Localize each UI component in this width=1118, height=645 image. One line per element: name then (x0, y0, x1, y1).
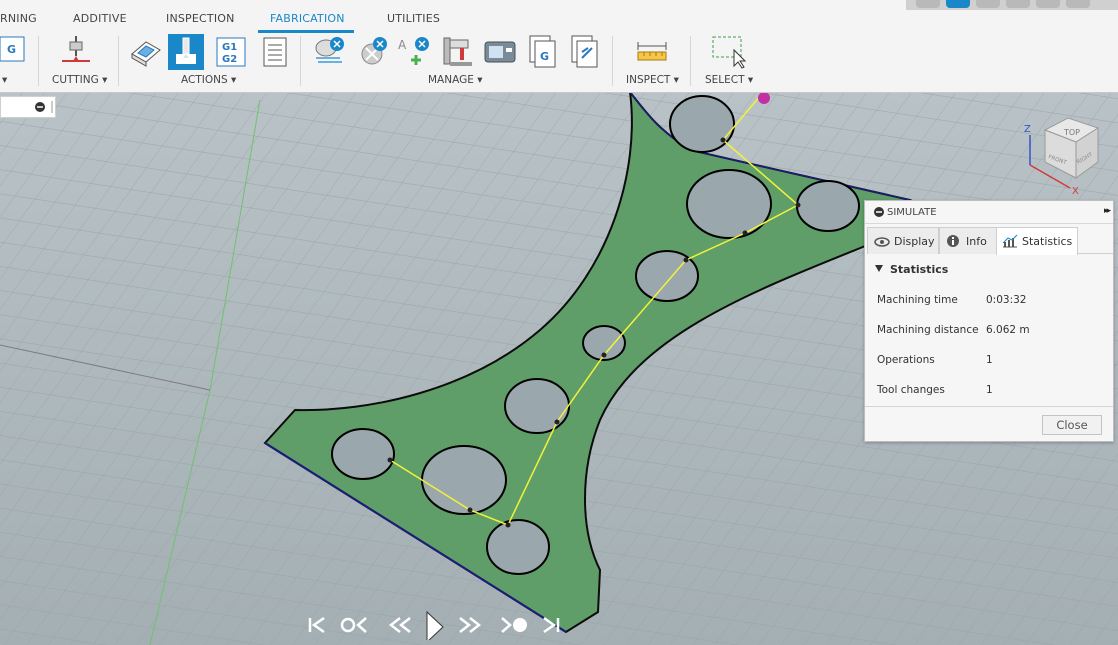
nc-program-icon[interactable]: G (526, 34, 562, 70)
simulate-title: SIMULATE (887, 207, 937, 218)
simulate-panel-header[interactable]: SIMULATE ▸▸ (865, 201, 1113, 224)
svg-text:TOP: TOP (1063, 128, 1080, 137)
machine-tool-icon[interactable] (440, 34, 476, 70)
tab-statistics[interactable]: Statistics (996, 227, 1078, 255)
collapse-icon[interactable] (873, 206, 887, 220)
measure-icon[interactable] (634, 34, 670, 70)
tab-statistics-label: Statistics (1022, 235, 1073, 248)
tab-fabrication[interactable]: FABRICATION (270, 12, 345, 25)
actions-group-label[interactable]: ACTIONS ▾ (181, 74, 236, 86)
caret-down-icon (875, 265, 883, 272)
g-code-icon[interactable]: G (0, 34, 26, 70)
task-manager-icon[interactable]: A (398, 34, 434, 70)
stat-label-machining-time: Machining time (877, 294, 958, 306)
tab-utilities[interactable]: UTILITIES (387, 12, 440, 25)
stat-label-tool-changes: Tool changes (877, 384, 945, 396)
eye-icon (874, 237, 890, 247)
svg-text:X: X (1072, 186, 1079, 197)
close-button[interactable]: Close (1042, 415, 1102, 435)
stat-value-tool-changes: 1 (986, 384, 993, 396)
template-library-icon[interactable] (356, 34, 392, 70)
tab-info-label: Info (966, 235, 987, 248)
step-backward-icon[interactable] (386, 610, 416, 640)
stat-value-operations: 1 (986, 354, 993, 366)
select-group-label[interactable]: SELECT ▾ (705, 74, 753, 86)
expand-panel-icon[interactable]: ▸▸ (1104, 206, 1111, 216)
ribbon-toolbar: RNING ADDITIVE INSPECTION FABRICATION UT… (0, 0, 1118, 93)
stat-value-machining-time: 0:03:32 (986, 294, 1027, 306)
step-forward-icon[interactable] (454, 610, 484, 640)
simulate-panel-footer: Close (865, 406, 1113, 442)
tab-additive[interactable]: ADDITIVE (73, 12, 127, 25)
tool-position-marker (758, 92, 770, 104)
group-first-label[interactable]: ▾ (2, 74, 7, 86)
workspace-tabs: RNING ADDITIVE INSPECTION FABRICATION UT… (0, 0, 900, 33)
stat-label-operations: Operations (877, 354, 935, 366)
tab-info[interactable]: Info (939, 227, 997, 254)
cutting-group-label[interactable]: CUTTING ▾ (52, 74, 107, 86)
svg-text:G: G (540, 50, 549, 63)
tab-display[interactable]: Display (867, 227, 939, 254)
active-tab-indicator (258, 30, 354, 33)
post-process-icon[interactable]: G1 G2 (214, 34, 250, 70)
cutting-tool-icon[interactable] (58, 34, 94, 70)
stat-label-machining-distance: Machining distance (877, 324, 979, 336)
tab-display-label: Display (894, 235, 935, 248)
stat-value-machining-distance: 6.062 m (986, 324, 1030, 336)
play-icon[interactable] (424, 610, 446, 640)
go-to-end-icon[interactable] (540, 610, 564, 640)
statistics-chart-icon (1002, 234, 1018, 248)
svg-text:G2: G2 (222, 54, 237, 65)
statistics-section-label: Statistics (890, 263, 949, 276)
setup-sheet-icon[interactable] (258, 34, 294, 70)
window-controls (906, 0, 1118, 10)
simulate-stock-icon[interactable] (128, 34, 164, 70)
browser-collapsed-field[interactable] (0, 96, 56, 118)
simulate-icon[interactable] (168, 34, 204, 70)
manage-group-label[interactable]: MANAGE ▾ (428, 74, 482, 86)
svg-text:G1: G1 (222, 42, 237, 53)
tab-machining[interactable]: RNING (0, 12, 37, 25)
playback-controls (306, 610, 568, 640)
tab-inspection[interactable]: INSPECTION (166, 12, 235, 25)
simulate-panel: SIMULATE ▸▸ Display Info Statistics Stat… (864, 200, 1114, 442)
simulate-tabs: Display Info Statistics (867, 225, 1113, 255)
tool-library-icon[interactable] (312, 34, 348, 70)
inspect-group-label[interactable]: INSPECT ▾ (626, 74, 679, 86)
go-to-start-icon[interactable] (306, 610, 330, 640)
machine-library-icon[interactable] (482, 34, 518, 70)
next-operation-icon[interactable] (498, 610, 532, 640)
previous-operation-icon[interactable] (338, 610, 372, 640)
svg-text:A: A (398, 38, 407, 52)
window-select-icon[interactable] (710, 34, 747, 70)
post-library-icon[interactable] (568, 34, 604, 70)
svg-text:Z: Z (1024, 124, 1031, 135)
svg-text:G: G (7, 43, 16, 56)
info-icon (947, 235, 959, 247)
